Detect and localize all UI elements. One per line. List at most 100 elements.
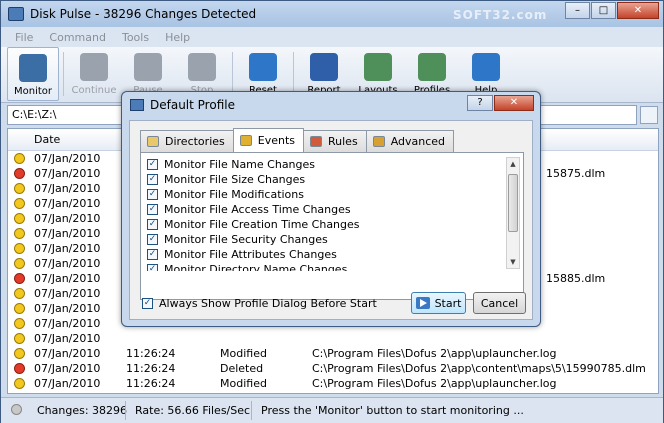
event-checkbox-item[interactable]: ✓ Monitor File Security Changes	[145, 232, 505, 247]
advanced-tab-icon	[372, 136, 385, 147]
toolbar-monitor-button[interactable]: Monitor	[7, 47, 59, 101]
scroll-thumb[interactable]	[508, 174, 518, 232]
event-checkbox-item[interactable]: ✓ Monitor Directory Name Changes	[145, 262, 505, 271]
checkbox-always-show[interactable]: ✓	[142, 298, 153, 309]
checkbox[interactable]: ✓	[147, 249, 158, 260]
app-icon	[8, 7, 24, 21]
scroll-down-icon[interactable]: ▼	[507, 256, 519, 268]
menu-file[interactable]: File	[1, 31, 41, 44]
tab-label: Events	[257, 134, 295, 147]
modified-status-icon	[14, 198, 25, 209]
modified-status-icon	[14, 288, 25, 299]
cell-path: C:\Program Files\Dofus 2\app\content\map…	[312, 362, 646, 375]
status-indicator-icon	[11, 404, 22, 415]
modified-status-icon	[14, 303, 25, 314]
cell-path: 15875.dlm	[546, 167, 606, 180]
event-checkbox-item[interactable]: ✓ Monitor File Creation Time Changes	[145, 217, 505, 232]
table-row[interactable]: 07/Jan/2010	[8, 331, 658, 346]
cell-date: 07/Jan/2010	[34, 377, 101, 390]
cell-path: C:\Program Files\Dofus 2\app\uplauncher.…	[312, 377, 557, 390]
minimize-button[interactable]: –	[565, 2, 590, 19]
scroll-up-icon[interactable]: ▲	[507, 158, 519, 170]
window-title: Disk Pulse - 38296 Changes Detected	[30, 7, 257, 21]
checkbox[interactable]: ✓	[147, 234, 158, 245]
close-button[interactable]: ✕	[617, 2, 659, 19]
profiles-icon	[418, 53, 446, 81]
cell-date: 07/Jan/2010	[34, 167, 101, 180]
tab-events[interactable]: Events	[232, 128, 304, 152]
always-show-label: Always Show Profile Dialog Before Start	[159, 297, 377, 310]
table-row[interactable]: 07/Jan/2010 11:26:24 Modified C:\Program Fi…	[8, 376, 658, 391]
event-checkbox-item[interactable]: ✓ Monitor File Size Changes	[145, 172, 505, 187]
cell-time: 11:26:24	[126, 392, 175, 393]
checkbox[interactable]: ✓	[147, 264, 158, 271]
event-checkbox-item[interactable]: ✓ Monitor File Modifications	[145, 187, 505, 202]
dialog-close-button[interactable]: ✕	[494, 95, 534, 111]
tab-directories[interactable]: Directories	[140, 130, 234, 152]
table-row[interactable]: 07/Jan/2010 11:26:24 Modified C:\Program Fi…	[8, 391, 658, 393]
menu-bar: File Command Tools Help	[1, 27, 663, 47]
checkbox[interactable]: ✓	[147, 174, 158, 185]
event-label: Monitor File Name Changes	[164, 158, 316, 171]
stop-icon	[188, 53, 216, 81]
dialog-help-button[interactable]: ?	[467, 95, 493, 111]
table-row[interactable]: 07/Jan/2010 11:26:24 Modified C:\Program Fi…	[8, 346, 658, 361]
cell-action: Modified	[220, 392, 267, 393]
toolbar-label: Monitor	[13, 86, 52, 97]
event-checkbox-item[interactable]: ✓ Monitor File Access Time Changes	[145, 202, 505, 217]
column-date[interactable]: Date	[34, 133, 60, 146]
event-label: Monitor File Modifications	[164, 188, 304, 201]
event-label: Monitor File Size Changes	[164, 173, 306, 186]
tab-advanced[interactable]: Advanced	[365, 130, 455, 152]
maximize-button[interactable]: □	[591, 2, 616, 19]
rules-tab-icon	[310, 136, 322, 147]
table-row[interactable]: 07/Jan/2010 11:26:24 Deleted C:\Program Fil…	[8, 361, 658, 376]
tab-rules[interactable]: Rules	[303, 130, 367, 152]
dialog-title-bar: Default Profile ? ✕	[122, 92, 540, 118]
cell-date: 07/Jan/2010	[34, 362, 101, 375]
cell-date: 07/Jan/2010	[34, 182, 101, 195]
layouts-icon	[364, 53, 392, 81]
event-label: Monitor File Access Time Changes	[164, 203, 351, 216]
cell-date: 07/Jan/2010	[34, 242, 101, 255]
checkbox[interactable]: ✓	[147, 189, 158, 200]
dialog-tabs: Directories Events Rules Advanced	[140, 128, 455, 152]
event-checkbox-item[interactable]: ✓ Monitor File Name Changes	[145, 157, 505, 172]
event-label: Monitor File Attributes Changes	[164, 248, 337, 261]
modified-status-icon	[14, 243, 25, 254]
menu-command[interactable]: Command	[41, 31, 114, 44]
event-label: Monitor File Security Changes	[164, 233, 328, 246]
play-icon	[415, 297, 430, 309]
cell-date: 07/Jan/2010	[34, 212, 101, 225]
menu-tools[interactable]: Tools	[114, 31, 157, 44]
tab-label: Advanced	[390, 135, 446, 148]
checkbox[interactable]: ✓	[147, 219, 158, 230]
monitor-icon	[19, 54, 47, 82]
dialog-body: Directories Events Rules Advanced ✓ Monitor …	[129, 120, 533, 320]
path-options-button[interactable]	[640, 106, 658, 124]
checkbox[interactable]: ✓	[147, 204, 158, 215]
modified-status-icon	[14, 258, 25, 269]
cell-date: 07/Jan/2010	[34, 152, 101, 165]
cell-date: 07/Jan/2010	[34, 197, 101, 210]
title-bar: Disk Pulse - 38296 Changes Detected SOFT…	[1, 1, 663, 27]
events-panel: ✓ Monitor File Name Changes ✓ Monitor File …	[140, 152, 524, 300]
checkbox[interactable]: ✓	[147, 159, 158, 170]
event-checkbox-item[interactable]: ✓ Monitor File Attributes Changes	[145, 247, 505, 262]
start-button[interactable]: Start	[411, 292, 466, 314]
always-show-checkbox[interactable]: ✓ Always Show Profile Dialog Before Star…	[140, 297, 377, 310]
modified-status-icon	[14, 378, 25, 389]
toolbar-label: Continue	[71, 85, 117, 96]
toolbar-continue-button[interactable]: Continue	[68, 47, 120, 101]
cell-date: 07/Jan/2010	[34, 392, 100, 393]
events-scrollbar[interactable]: ▲ ▼	[506, 157, 520, 269]
cancel-button[interactable]: Cancel	[473, 292, 526, 314]
deleted-status-icon	[14, 273, 25, 284]
cell-date: 07/Jan/2010	[34, 257, 101, 270]
menu-help[interactable]: Help	[157, 31, 198, 44]
deleted-status-icon	[14, 168, 25, 179]
cell-date: 07/Jan/2010	[34, 347, 101, 360]
deleted-status-icon	[14, 363, 25, 374]
events-tab-icon	[239, 135, 252, 146]
help-icon	[472, 53, 500, 81]
